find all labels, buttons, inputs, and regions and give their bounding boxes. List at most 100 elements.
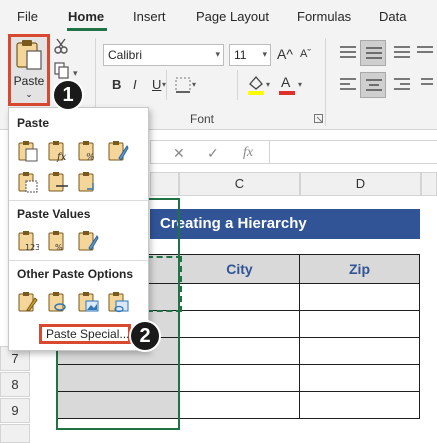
fill-color-icon[interactable] bbox=[246, 74, 266, 96]
orientation-icon[interactable] bbox=[415, 44, 435, 62]
font-size-box[interactable]: 11 ▾ bbox=[229, 44, 271, 66]
font-name-value: Calibri bbox=[108, 48, 143, 62]
font-size-value: 11 bbox=[234, 48, 247, 62]
svg-text:%: % bbox=[55, 243, 63, 252]
header-cell-city[interactable]: City bbox=[179, 254, 300, 284]
header-cell-zip[interactable]: Zip bbox=[299, 254, 420, 284]
chevron-down-icon[interactable]: ▾ bbox=[162, 80, 166, 89]
copy-icon[interactable] bbox=[54, 62, 70, 80]
paste-values-icon[interactable]: 123 bbox=[17, 230, 39, 252]
align-center-icon bbox=[366, 79, 382, 91]
align-bottom-icon[interactable] bbox=[392, 44, 412, 62]
menu-section-paste: Paste bbox=[17, 116, 50, 130]
enter-icon[interactable]: ✓ bbox=[207, 145, 219, 162]
paste-formatting-icon[interactable] bbox=[17, 291, 39, 313]
keep-column-widths-icon[interactable] bbox=[47, 171, 69, 193]
ribbon-separator bbox=[237, 70, 238, 100]
paste-formulas-number-format-icon[interactable]: % bbox=[77, 140, 99, 162]
step-badge-1: 1 bbox=[52, 79, 84, 111]
borders-icon[interactable] bbox=[174, 76, 192, 94]
chevron-down-icon[interactable]: ▾ bbox=[266, 80, 270, 89]
align-left-icon[interactable] bbox=[338, 76, 358, 94]
shrink-font-button[interactable]: Aˇ bbox=[300, 48, 311, 60]
linked-picture-icon[interactable] bbox=[107, 291, 129, 313]
ribbon-separator bbox=[325, 38, 326, 126]
transpose-icon[interactable] bbox=[77, 171, 99, 193]
align-middle-icon bbox=[366, 47, 382, 59]
column-header-e[interactable] bbox=[421, 172, 437, 196]
paste-formulas-icon[interactable]: fx bbox=[47, 140, 69, 162]
chevron-down-icon: ▾ bbox=[262, 49, 267, 59]
cell-d6[interactable] bbox=[299, 310, 420, 338]
font-name-box[interactable]: Calibri ▾ bbox=[103, 44, 224, 66]
italic-button[interactable]: I bbox=[133, 77, 137, 92]
cell-d5[interactable] bbox=[299, 283, 420, 311]
tab-data[interactable]: Data bbox=[379, 9, 406, 24]
cell-c8[interactable] bbox=[179, 364, 300, 392]
keep-source-formatting-icon[interactable] bbox=[107, 140, 129, 162]
cut-icon[interactable] bbox=[54, 38, 68, 54]
paste-icon[interactable] bbox=[17, 140, 39, 162]
font-color-letter: A bbox=[281, 74, 291, 90]
menu-section-paste-values: Paste Values bbox=[17, 207, 91, 221]
underline-button[interactable]: U bbox=[152, 77, 161, 92]
paste-special-menu-item[interactable]: Paste Special... bbox=[39, 324, 131, 344]
tab-insert[interactable]: Insert bbox=[133, 9, 166, 24]
copy-dropdown-icon[interactable]: ▾ bbox=[73, 68, 78, 79]
formula-input[interactable] bbox=[269, 141, 437, 163]
cell-c9[interactable] bbox=[179, 391, 300, 419]
chevron-down-icon: ⌄ bbox=[25, 89, 33, 99]
tab-file[interactable]: File bbox=[17, 9, 38, 24]
indent-icon[interactable] bbox=[415, 76, 435, 94]
font-group-label: Font bbox=[190, 112, 215, 126]
cell-d9[interactable] bbox=[299, 391, 420, 419]
dialog-launcher-icon[interactable] bbox=[314, 114, 324, 124]
chevron-down-icon[interactable]: ▾ bbox=[192, 80, 196, 89]
row-header-9[interactable]: 9 bbox=[0, 398, 30, 423]
font-color-swatch bbox=[279, 91, 295, 95]
clipboard-icon bbox=[16, 40, 42, 70]
svg-text:123: 123 bbox=[25, 243, 39, 252]
column-header-d[interactable]: D bbox=[300, 172, 421, 196]
tab-page-layout[interactable]: Page Layout bbox=[196, 9, 269, 24]
paste-label: Paste bbox=[13, 74, 45, 88]
step-badge-2: 2 bbox=[129, 320, 161, 352]
cell-c7[interactable] bbox=[179, 337, 300, 365]
align-center-button[interactable] bbox=[360, 72, 386, 98]
column-header-c[interactable]: C bbox=[179, 172, 300, 196]
no-borders-icon[interactable] bbox=[17, 171, 39, 193]
chevron-down-icon: ▾ bbox=[215, 49, 220, 59]
ribbon-separator bbox=[166, 70, 167, 100]
cell-c5[interactable] bbox=[179, 283, 300, 311]
menu-section-other-paste-options: Other Paste Options bbox=[17, 267, 134, 281]
column-header-b[interactable] bbox=[150, 172, 179, 196]
paste-link-icon[interactable] bbox=[47, 291, 69, 313]
paste-button[interactable]: Paste ⌄ bbox=[8, 34, 50, 106]
align-right-icon[interactable] bbox=[392, 76, 412, 94]
active-tab-indicator bbox=[67, 28, 107, 31]
svg-text:%: % bbox=[86, 153, 95, 162]
cell-d8[interactable] bbox=[299, 364, 420, 392]
align-top-icon[interactable] bbox=[338, 44, 358, 62]
tab-home[interactable]: Home bbox=[68, 9, 104, 24]
row-header-10[interactable] bbox=[0, 424, 30, 443]
menu-divider bbox=[9, 260, 148, 261]
grow-font-button[interactable]: A^ bbox=[277, 46, 293, 62]
ribbon-tab-bar: File Home Insert Page Layout Formulas Da… bbox=[0, 0, 437, 32]
font-color-button[interactable]: A bbox=[279, 72, 295, 96]
align-middle-button[interactable] bbox=[360, 40, 386, 66]
chevron-down-icon[interactable]: ▾ bbox=[298, 80, 302, 89]
paste-picture-icon[interactable] bbox=[77, 291, 99, 313]
paste-options-menu: Paste fx % Paste Values 123 % Other Past… bbox=[8, 107, 149, 351]
cell-d7[interactable] bbox=[299, 337, 420, 365]
tab-formulas[interactable]: Formulas bbox=[297, 9, 351, 24]
bold-button[interactable]: B bbox=[112, 77, 121, 92]
menu-divider bbox=[9, 200, 148, 201]
values-number-format-icon[interactable]: % bbox=[47, 230, 69, 252]
cancel-icon[interactable]: ✕ bbox=[173, 145, 185, 162]
cell-c6[interactable] bbox=[179, 310, 300, 338]
values-source-formatting-icon[interactable] bbox=[77, 230, 99, 252]
row-header-8[interactable]: 8 bbox=[0, 372, 30, 397]
sheet-title-cell[interactable]: Creating a Hierarchy bbox=[150, 209, 420, 239]
insert-function-icon[interactable]: fx bbox=[243, 145, 253, 161]
